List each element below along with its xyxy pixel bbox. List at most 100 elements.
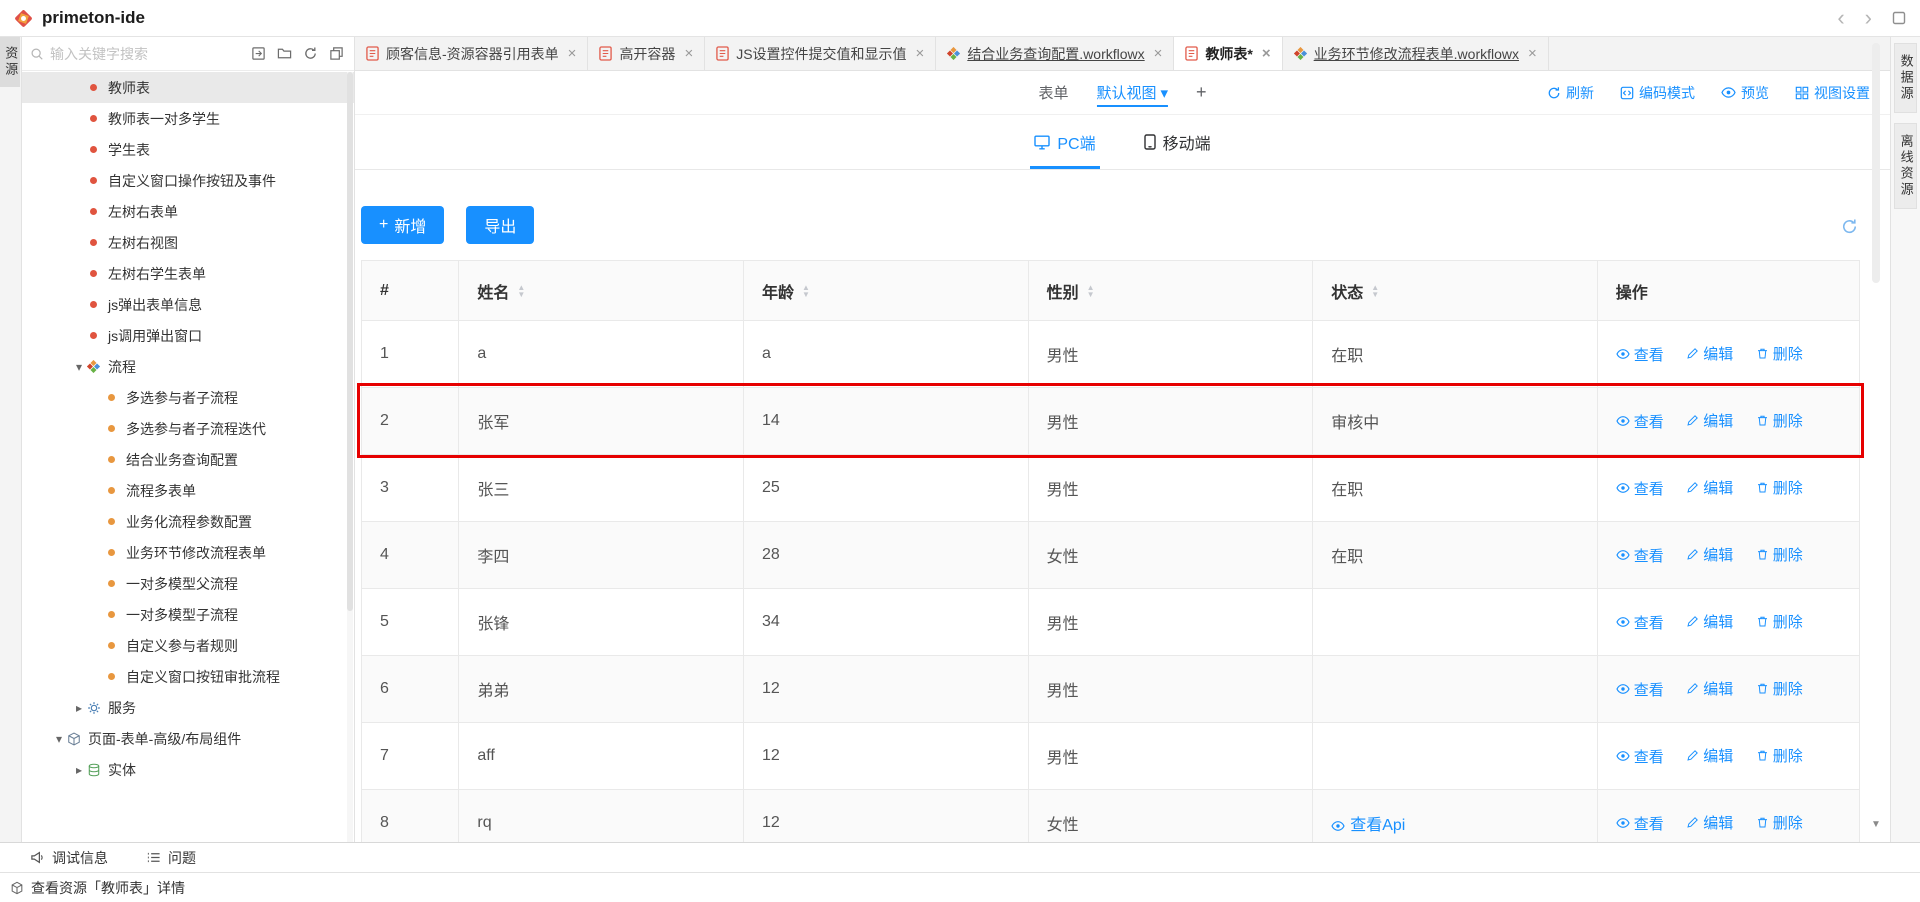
history-back-icon[interactable]: ‹ xyxy=(1837,7,1844,29)
editor-tab[interactable]: 高开容器 × xyxy=(588,37,705,70)
tree-item[interactable]: ▸ 服务 xyxy=(22,692,354,723)
tree-item[interactable]: 多选参与者子流程迭代 xyxy=(22,413,354,444)
tab-pc[interactable]: PC端 xyxy=(1034,115,1095,169)
tree-item[interactable]: ▾ 流程 xyxy=(22,351,354,382)
delete-link[interactable]: 删除 xyxy=(1756,410,1803,431)
sort-icons[interactable]: ▲▼ xyxy=(802,284,810,298)
editor-tab[interactable]: JS设置控件提交值和显示值 × xyxy=(705,37,936,70)
editor-tab[interactable]: 教师表* × xyxy=(1174,37,1282,70)
column-header-gender[interactable]: 性别 ▲▼ xyxy=(1028,261,1313,321)
view-link[interactable]: 查看 xyxy=(1616,746,1664,767)
close-icon[interactable]: × xyxy=(684,45,693,62)
edit-link[interactable]: 编辑 xyxy=(1686,477,1733,498)
tree-item[interactable]: js调用弹出窗口 xyxy=(22,320,354,351)
edit-link[interactable]: 编辑 xyxy=(1686,410,1733,431)
sort-icons[interactable]: ▲▼ xyxy=(517,284,525,298)
tree-expand-arrow[interactable]: ▸ xyxy=(72,701,86,715)
view-link[interactable]: 查看 xyxy=(1616,344,1664,365)
close-icon[interactable]: × xyxy=(916,45,925,62)
delete-link[interactable]: 删除 xyxy=(1756,745,1803,766)
tab-debug-info[interactable]: 调试信息 xyxy=(30,848,108,868)
edit-link[interactable]: 编辑 xyxy=(1686,611,1733,632)
tree-item[interactable]: 学生表 xyxy=(22,134,354,165)
refresh-tree-icon[interactable] xyxy=(303,46,318,61)
view-link[interactable]: 查看 xyxy=(1616,679,1664,700)
column-header-status[interactable]: 状态 ▲▼ xyxy=(1313,261,1598,321)
delete-link[interactable]: 删除 xyxy=(1756,678,1803,699)
close-icon[interactable]: × xyxy=(568,45,577,62)
tree-item[interactable]: 一对多模型子流程 xyxy=(22,599,354,630)
tree-item[interactable]: 流程多表单 xyxy=(22,475,354,506)
edit-link[interactable]: 编辑 xyxy=(1686,343,1733,364)
delete-link[interactable]: 删除 xyxy=(1756,544,1803,565)
edit-link[interactable]: 编辑 xyxy=(1686,812,1733,833)
sidebar-scrollbar[interactable] xyxy=(347,72,353,842)
tree-item[interactable]: 自定义参与者规则 xyxy=(22,630,354,661)
table-row[interactable]: 7 aff 12 男性 查看 编辑 xyxy=(362,723,1860,790)
table-row[interactable]: 8 rq 12 女性 查看Api 查看 编辑 xyxy=(362,790,1860,843)
preview-button[interactable]: 预览 xyxy=(1721,83,1769,103)
tree-item[interactable]: 左树右表单 xyxy=(22,196,354,227)
table-row[interactable]: 5 张锋 34 男性 查看 编辑 xyxy=(362,589,1860,656)
close-icon[interactable]: × xyxy=(1262,45,1271,62)
tree-item[interactable]: 业务化流程参数配置 xyxy=(22,506,354,537)
table-row[interactable]: 2 张军 14 男性 审核中 查看 编辑 xyxy=(362,388,1860,455)
tree-expand-arrow[interactable]: ▾ xyxy=(52,732,66,746)
table-row[interactable]: 1 a a 男性 在职 查看 编辑 xyxy=(362,321,1860,388)
tree-item[interactable]: 多选参与者子流程 xyxy=(22,382,354,413)
tree-item[interactable]: 自定义窗口按钮审批流程 xyxy=(22,661,354,692)
view-link[interactable]: 查看 xyxy=(1616,478,1664,499)
editor-tab[interactable]: 业务环节修改流程表单.workflowx × xyxy=(1283,37,1549,70)
sort-icons[interactable]: ▲▼ xyxy=(1087,284,1095,298)
tree-item[interactable]: 教师表 xyxy=(22,72,354,103)
edit-link[interactable]: 编辑 xyxy=(1686,745,1733,766)
tree-item[interactable]: 左树右视图 xyxy=(22,227,354,258)
view-link[interactable]: 查看 xyxy=(1616,612,1664,633)
add-view-button[interactable]: + xyxy=(1196,82,1207,103)
tab-problems[interactable]: 问题 xyxy=(146,848,196,868)
tree-item[interactable]: 一对多模型父流程 xyxy=(22,568,354,599)
tree-item[interactable]: ▾ 页面-表单-高级/布局组件 xyxy=(22,723,354,754)
tree-item[interactable]: 业务环节修改流程表单 xyxy=(22,537,354,568)
locate-resource-icon[interactable] xyxy=(251,46,266,61)
delete-link[interactable]: 删除 xyxy=(1756,477,1803,498)
resources-panel-tab[interactable]: 资源 xyxy=(0,37,20,87)
edit-link[interactable]: 编辑 xyxy=(1686,678,1733,699)
close-icon[interactable]: × xyxy=(1528,45,1537,62)
collapse-all-icon[interactable] xyxy=(329,46,344,61)
edit-link[interactable]: 编辑 xyxy=(1686,544,1733,565)
tree-item[interactable]: 教师表一对多学生 xyxy=(22,103,354,134)
tab-default-view[interactable]: 默认视图 ▾ xyxy=(1096,71,1168,114)
scroll-down-icon[interactable]: ▼ xyxy=(1870,819,1882,830)
folder-icon[interactable] xyxy=(277,46,292,61)
scrollbar-thumb[interactable] xyxy=(1872,43,1880,283)
export-button[interactable]: 导出 xyxy=(466,206,534,244)
content-scrollbar[interactable]: ▼ xyxy=(1870,43,1882,830)
view-link[interactable]: 查看 xyxy=(1616,545,1664,566)
delete-link[interactable]: 删除 xyxy=(1756,812,1803,833)
tree-item[interactable]: 左树右学生表单 xyxy=(22,258,354,289)
close-icon[interactable]: × xyxy=(1154,45,1163,62)
table-row[interactable]: 3 张三 25 男性 在职 查看 编辑 xyxy=(362,455,1860,522)
table-row[interactable]: 6 弟弟 12 男性 查看 编辑 xyxy=(362,656,1860,723)
view-link[interactable]: 查看 xyxy=(1616,411,1664,432)
tree-expand-arrow[interactable]: ▾ xyxy=(72,360,86,374)
right-panel-tab[interactable]: 离线资源 xyxy=(1894,123,1916,209)
delete-link[interactable]: 删除 xyxy=(1756,611,1803,632)
add-button[interactable]: + 新增 xyxy=(361,206,444,244)
sort-icons[interactable]: ▲▼ xyxy=(1371,284,1379,298)
history-forward-icon[interactable]: › xyxy=(1865,7,1872,29)
refresh-button[interactable]: 刷新 xyxy=(1547,83,1594,103)
tree-expand-arrow[interactable]: ▸ xyxy=(72,763,86,777)
tab-mobile[interactable]: 移动端 xyxy=(1144,115,1211,169)
tree-item[interactable]: 结合业务查询配置 xyxy=(22,444,354,475)
search-input[interactable] xyxy=(50,46,245,62)
editor-tab[interactable]: 顾客信息-资源容器引用表单 × xyxy=(355,37,588,70)
column-header-name[interactable]: 姓名 ▲▼ xyxy=(459,261,744,321)
delete-link[interactable]: 删除 xyxy=(1756,343,1803,364)
view-link[interactable]: 查看 xyxy=(1616,813,1664,834)
window-icon[interactable] xyxy=(1892,11,1906,25)
table-row[interactable]: 4 李四 28 女性 在职 查看 编辑 xyxy=(362,522,1860,589)
tree-item[interactable]: js弹出表单信息 xyxy=(22,289,354,320)
view-settings-button[interactable]: 视图设置 xyxy=(1795,83,1870,103)
